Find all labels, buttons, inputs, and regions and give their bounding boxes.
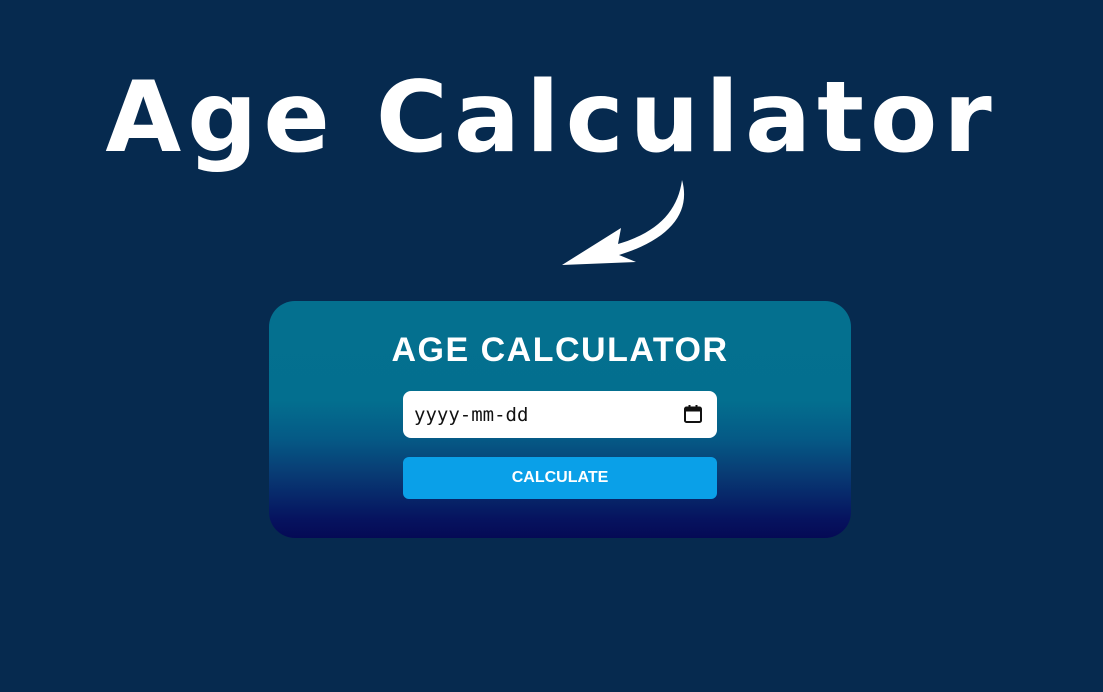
calculate-button[interactable]: CALCULATE — [403, 457, 717, 499]
age-calculator-card: AGE CALCULATOR yyyy-mm-dd CALCULATE — [269, 301, 851, 538]
hero-title: Age Calculator — [105, 61, 998, 175]
card-title: AGE CALCULATOR — [391, 331, 729, 369]
date-input[interactable]: yyyy-mm-dd — [403, 391, 717, 438]
calendar-icon[interactable] — [683, 404, 703, 424]
date-input-placeholder: yyyy-mm-dd — [414, 404, 529, 426]
curved-arrow-icon — [562, 180, 685, 265]
